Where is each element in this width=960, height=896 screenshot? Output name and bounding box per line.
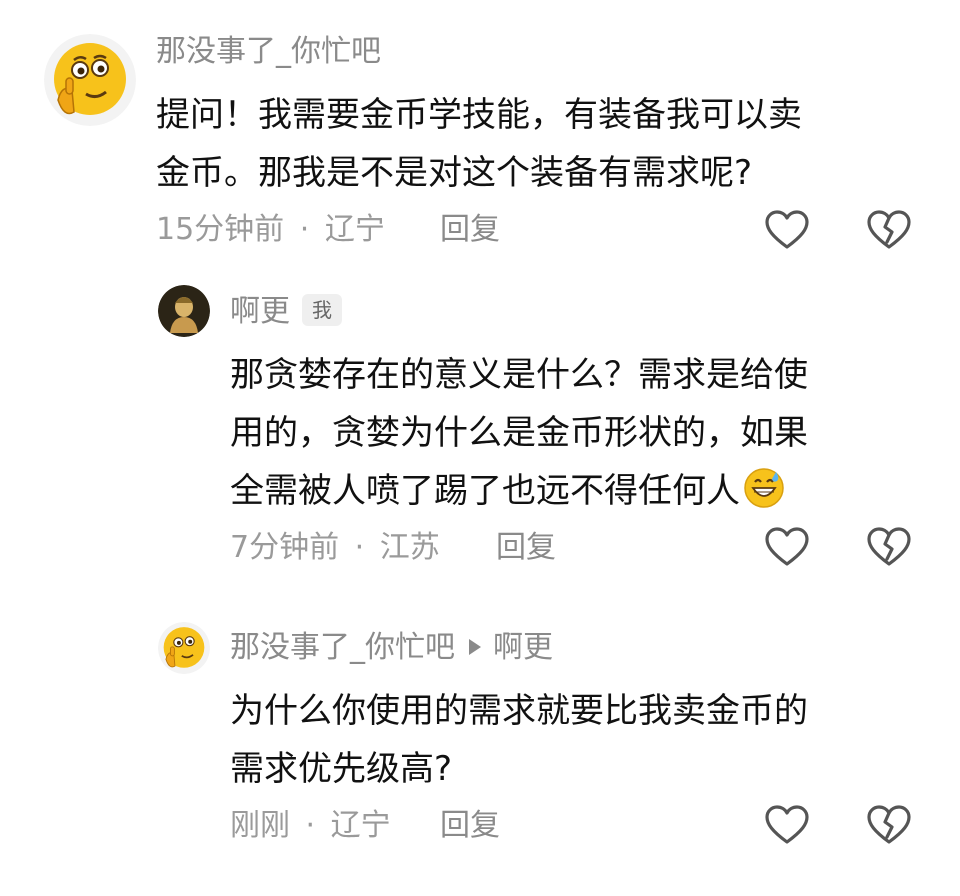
comment-meta: 7分钟前 · 江苏 xyxy=(230,530,440,566)
meta-separator: · xyxy=(299,212,310,247)
comment-meta: 刚刚 · 辽宁 xyxy=(230,808,391,844)
heart-outline-icon xyxy=(765,210,809,249)
comment-time: 15分钟前 xyxy=(156,212,285,247)
comment-time: 7分钟前 xyxy=(230,530,340,565)
comment-location: 辽宁 xyxy=(330,808,391,843)
broken-heart-icon xyxy=(867,527,911,566)
dislike-button[interactable] xyxy=(866,209,912,251)
comment-time: 刚刚 xyxy=(230,808,290,843)
author-name[interactable]: 那没事了_你忙吧 xyxy=(230,630,455,665)
reply-to-name[interactable]: 啊更 xyxy=(493,630,553,665)
avatar-thinking-emoji[interactable] xyxy=(158,622,210,674)
meta-separator: · xyxy=(354,530,365,565)
comment-text-segment: 全需被人喷了踢了也远不得任何人 xyxy=(230,471,740,511)
comment-text-line: 需求优先级高? xyxy=(230,749,453,789)
author-name: 啊更 xyxy=(230,294,290,329)
reply-button[interactable]: 回复 xyxy=(496,530,556,566)
thinking-emoji-icon xyxy=(44,34,136,126)
reply-arrow-icon xyxy=(469,639,481,655)
like-button[interactable] xyxy=(764,804,810,846)
comment-text-line: 为什么你使用的需求就要比我卖金币的 xyxy=(230,691,808,731)
avatar-user[interactable] xyxy=(158,285,210,337)
grinning-sweat-emoji-icon xyxy=(742,466,786,510)
heart-outline-icon xyxy=(765,805,809,844)
comment-text-line: 那贪婪存在的意义是什么？需求是给使 xyxy=(230,355,808,395)
comment-author: 那没事了_你忙吧 啊更 xyxy=(230,630,553,666)
dislike-button[interactable] xyxy=(866,526,912,568)
user-photo-icon xyxy=(158,285,210,337)
comment-text-line: 提问！我需要金币学技能，有装备我可以卖 xyxy=(156,95,802,135)
me-badge: 我 xyxy=(302,294,342,326)
comment-text-line-with-emoji: 全需被人喷了踢了也远不得任何人 xyxy=(230,462,786,520)
broken-heart-icon xyxy=(867,805,911,844)
comment-meta: 15分钟前 · 辽宁 xyxy=(156,212,385,248)
like-button[interactable] xyxy=(764,526,810,568)
comment-author[interactable]: 那没事了_你忙吧 xyxy=(156,34,381,70)
comment-text-line: 金币。那我是不是对这个装备有需求呢? xyxy=(156,153,753,193)
avatar-thinking-emoji[interactable] xyxy=(44,34,136,126)
comment-author[interactable]: 啊更我 xyxy=(230,294,342,330)
dislike-button[interactable] xyxy=(866,804,912,846)
meta-separator: · xyxy=(305,808,316,843)
comment-text-line: 用的，贪婪为什么是金币形状的，如果 xyxy=(230,413,808,453)
reply-button[interactable]: 回复 xyxy=(440,808,500,844)
comment-location: 辽宁 xyxy=(324,212,385,247)
comment-location: 江苏 xyxy=(379,530,440,565)
reply-button[interactable]: 回复 xyxy=(440,212,500,248)
like-button[interactable] xyxy=(764,209,810,251)
broken-heart-icon xyxy=(867,210,911,249)
thinking-emoji-icon xyxy=(158,622,210,674)
heart-outline-icon xyxy=(765,527,809,566)
